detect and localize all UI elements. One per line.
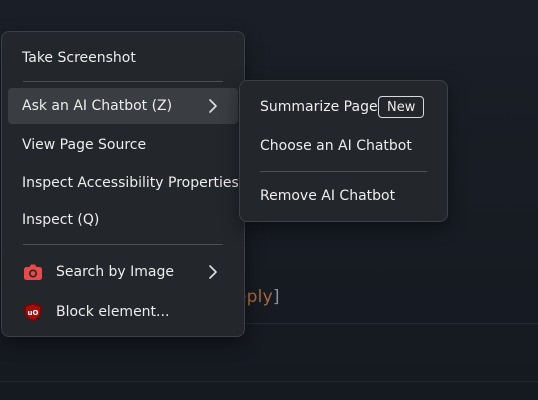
chevron-right-icon xyxy=(209,265,217,279)
menu-separator xyxy=(260,171,427,172)
submenu-item-summarize-page[interactable]: Summarize Page New xyxy=(246,89,441,125)
submenu-item-choose-ai-chatbot[interactable]: Choose an AI Chatbot xyxy=(246,128,441,164)
menu-item-label: Inspect Accessibility Properties xyxy=(22,175,239,191)
menu-item-inspect-accessibility[interactable]: Inspect Accessibility Properties xyxy=(8,165,239,201)
reply-bracket: ] xyxy=(272,287,280,307)
menu-item-label: Inspect (Q) xyxy=(22,212,100,228)
menu-item-label: Block element... xyxy=(56,304,170,320)
content-divider xyxy=(0,381,538,382)
menu-separator xyxy=(23,81,223,82)
svg-text:uO: uO xyxy=(28,309,39,317)
camera-icon xyxy=(24,264,42,280)
menu-item-block-element[interactable]: uO Block element... xyxy=(8,294,238,330)
menu-item-label: Take Screenshot xyxy=(22,50,136,66)
submenu-item-remove-ai-chatbot[interactable]: Remove AI Chatbot xyxy=(246,178,441,214)
new-badge: New xyxy=(378,96,425,118)
menu-separator xyxy=(23,244,223,245)
submenu-item-label: Summarize Page xyxy=(260,99,378,115)
menu-item-label: Ask an AI Chatbot (Z) xyxy=(22,98,173,114)
ublock-shield-icon: uO xyxy=(24,303,42,322)
menu-item-label: View Page Source xyxy=(22,137,147,153)
menu-item-take-screenshot[interactable]: Take Screenshot xyxy=(8,40,238,76)
menu-item-view-page-source[interactable]: View Page Source xyxy=(8,127,238,163)
submenu-item-label: Choose an AI Chatbot xyxy=(260,138,412,154)
menu-item-ask-ai-chatbot[interactable]: Ask an AI Chatbot (Z) xyxy=(8,88,238,124)
chevron-right-icon xyxy=(209,99,217,113)
chatbot-submenu: Summarize Page New Choose an AI Chatbot … xyxy=(239,80,448,222)
menu-item-inspect[interactable]: Inspect (Q) xyxy=(8,202,238,238)
submenu-item-label: Remove AI Chatbot xyxy=(260,188,396,204)
menu-item-label: Search by Image xyxy=(56,264,175,280)
context-menu: Take Screenshot Ask an AI Chatbot (Z) Vi… xyxy=(1,31,245,337)
menu-item-search-by-image[interactable]: Search by Image xyxy=(8,254,238,290)
